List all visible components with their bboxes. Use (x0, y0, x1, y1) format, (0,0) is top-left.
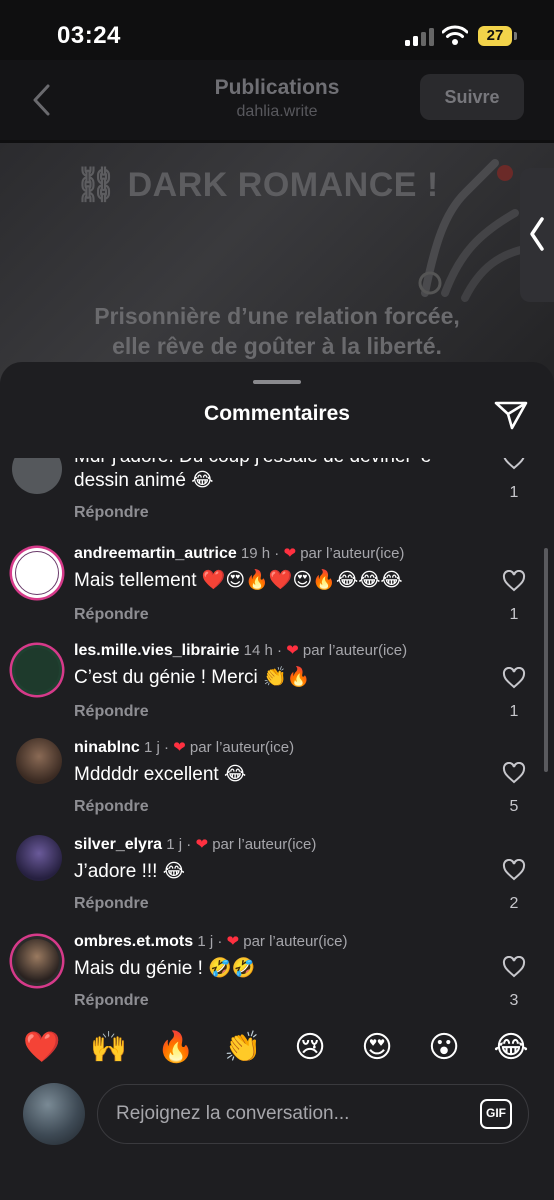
comment-time: 19 h (240, 545, 271, 562)
like-count: 3 (509, 992, 519, 1009)
avatar[interactable] (12, 936, 62, 986)
comment-text: Mddddr excellent 😂 (74, 764, 247, 785)
side-panel-handle[interactable] (520, 168, 554, 302)
emoji-quick-bar: ❤️ 🙌 🔥 👏 😢 😍 😮 😂 (0, 1020, 554, 1076)
emoji-heart-eyes-button[interactable]: 😍 (357, 1028, 397, 1068)
comment-time: 1 j (143, 739, 160, 756)
username[interactable]: andreemartin_autrice (74, 545, 237, 562)
heart-icon[interactable] (502, 570, 526, 592)
comment-text: Mais tellement ❤️😍🔥❤️😍🔥😂😂😂 (74, 570, 403, 591)
avatar[interactable] (16, 835, 62, 881)
scrollbar[interactable] (544, 548, 548, 772)
comment-meta: ninablnc 1 j · ❤ par l’auteur(ice) (74, 739, 295, 756)
heart-filled-icon: ❤ (226, 933, 240, 950)
heart-icon[interactable] (502, 762, 526, 784)
username[interactable]: ombres.et.mots (74, 933, 193, 950)
like-count: 1 (509, 703, 519, 720)
avatar[interactable] (12, 645, 62, 695)
sheet-title: Commentaires (204, 402, 350, 425)
emoji-raised-hands-button[interactable]: 🙌 (89, 1028, 129, 1068)
gif-button[interactable]: GIF (480, 1099, 512, 1129)
comment-text: Mais du génie ! 🤣🤣 (74, 958, 256, 979)
comment-meta: andreemartin_autrice 19 h · ❤ par l’aute… (74, 545, 405, 562)
comment-time: 1 j (197, 933, 214, 950)
post-caption-line: Prisonnière d’une relation forcée, (94, 303, 460, 329)
reply-button[interactable]: Répondre (74, 895, 149, 913)
current-user-avatar[interactable] (23, 1083, 85, 1145)
avatar[interactable] (12, 458, 62, 494)
heart-icon[interactable] (502, 458, 526, 470)
post-caption: Prisonnière d’une relation forcée, elle … (0, 301, 554, 361)
like-count: 5 (509, 798, 519, 815)
heart-icon[interactable] (502, 667, 526, 689)
share-send-icon[interactable] (494, 400, 528, 430)
comment-meta: ombres.et.mots 1 j · ❤ par l’auteur(ice) (74, 933, 348, 950)
reply-button[interactable]: Répondre (74, 504, 149, 522)
heart-icon[interactable] (502, 956, 526, 978)
like-count: 2 (509, 895, 519, 912)
reply-button[interactable]: Répondre (74, 703, 149, 721)
emoji-fire-button[interactable]: 🔥 (156, 1028, 196, 1068)
author-liked-badge: par l’auteur(ice) (243, 933, 348, 950)
comment-input[interactable]: Rejoignez la conversation... GIF (97, 1084, 529, 1144)
hand-illustration (418, 159, 534, 302)
emoji-surprised-button[interactable]: 😮 (424, 1028, 464, 1068)
comment-input-placeholder: Rejoignez la conversation... (116, 1103, 350, 1124)
comment-meta: silver_elyra 1 j · ❤ par l’auteur(ice) (74, 836, 317, 853)
avatar[interactable] (12, 548, 62, 598)
heart-filled-icon: ❤ (195, 836, 209, 853)
status-time: 03:24 (57, 22, 121, 49)
author-liked-badge: par l’auteur(ice) (300, 545, 405, 562)
emoji-clap-button[interactable]: 👏 (223, 1028, 263, 1068)
emoji-heart-button[interactable]: ❤️ (22, 1028, 62, 1068)
comment-text: dessin animé 😂 (74, 470, 214, 491)
author-liked-badge: par l’auteur(ice) (302, 642, 408, 659)
chevron-left-icon (530, 217, 544, 251)
wifi-icon (442, 25, 468, 45)
battery-icon: 27 (478, 26, 517, 46)
username[interactable]: silver_elyra (74, 836, 162, 853)
heart-filled-icon: ❤ (173, 739, 186, 756)
comment-meta: les.mille.vies_librairie 14 h · ❤ par l’… (74, 642, 408, 659)
post-title: ⛓ DARK ROMANCE ! (74, 166, 439, 204)
username[interactable]: ninablnc (74, 739, 140, 756)
author-liked-badge: par l’auteur(ice) (212, 836, 317, 853)
heart-filled-icon: ❤ (283, 545, 297, 562)
like-count: 1 (509, 484, 519, 501)
comment-time: 14 h (243, 642, 273, 659)
reply-button[interactable]: Répondre (74, 798, 149, 816)
cellular-signal-icon (405, 28, 435, 46)
emoji-crying-button[interactable]: 😢 (290, 1028, 330, 1068)
sheet-grabber[interactable] (253, 380, 301, 384)
username[interactable]: les.mille.vies_librairie (74, 642, 239, 659)
post-caption-line: elle rêve de goûter à la liberté. (112, 333, 442, 359)
like-count: 1 (509, 606, 519, 623)
author-liked-badge: par l’auteur(ice) (189, 739, 295, 756)
comments-list[interactable]: Mdr j'adore. Du coup j'essaie de deviner… (0, 458, 554, 1010)
heart-icon[interactable] (502, 859, 526, 881)
reply-button[interactable]: Répondre (74, 992, 149, 1010)
comment-time: 1 j (166, 836, 183, 853)
comment-text: C’est du génie ! Merci 👏🔥 (74, 667, 311, 688)
top-header: Publications dahlia.write Suivre (0, 60, 554, 140)
comment-text: J’adore !!! 😂 (74, 861, 185, 882)
follow-button[interactable]: Suivre (420, 74, 524, 120)
reply-button[interactable]: Répondre (74, 606, 149, 624)
heart-filled-icon: ❤ (286, 642, 299, 659)
avatar[interactable] (16, 738, 62, 784)
emoji-laughing-button[interactable]: 😂 (491, 1028, 531, 1068)
